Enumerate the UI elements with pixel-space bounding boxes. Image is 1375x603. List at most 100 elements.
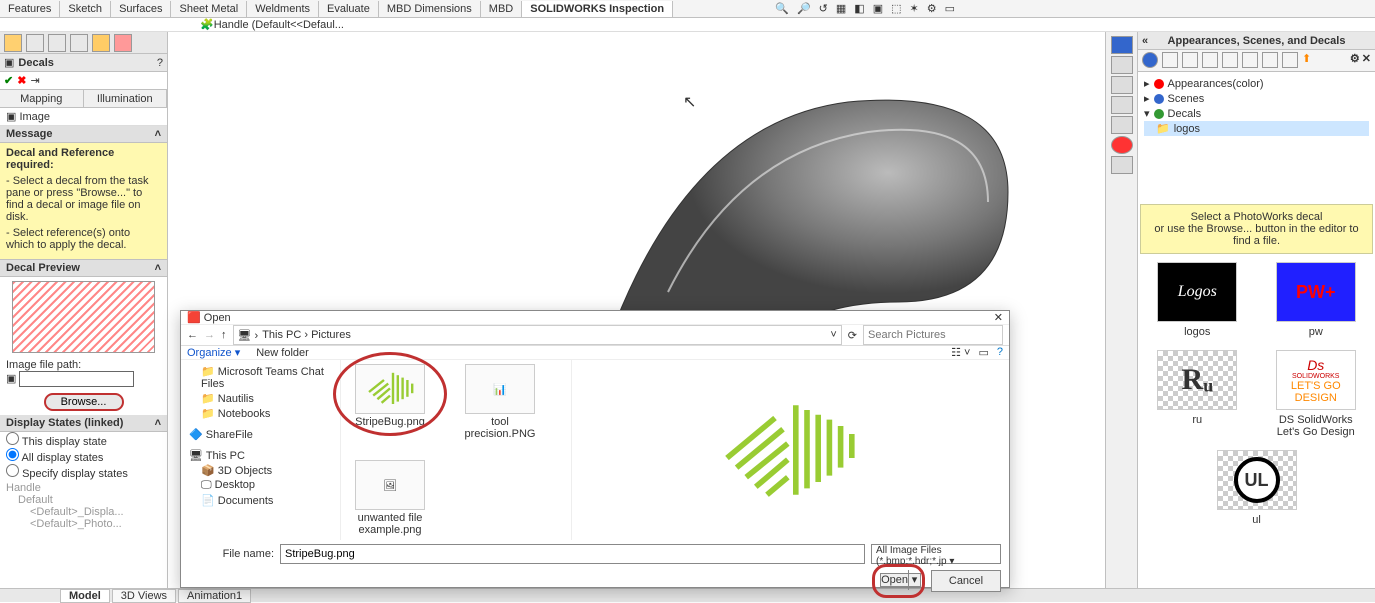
tab-model[interactable]: Model [60, 589, 110, 603]
tp-collapse-icon[interactable]: « [1142, 32, 1148, 50]
side-teams[interactable]: 📁 Microsoft Teams Chat Files [185, 364, 336, 391]
pm-tab-image[interactable]: ▣ Image [0, 108, 167, 126]
gear-icon[interactable]: ⚙ [1350, 50, 1360, 68]
cube-icon[interactable]: ⬚ [891, 2, 901, 15]
back-icon[interactable] [1142, 52, 1158, 68]
thumb-pw[interactable]: PW+ pw [1271, 262, 1361, 338]
tp-tab-custom[interactable] [1111, 116, 1133, 134]
refresh-icon[interactable]: ⟳ [848, 329, 857, 342]
filetype-filter[interactable]: All Image Files (*.bmp;*.hdr;*.jp ▾ [871, 544, 1001, 564]
tp-icon6[interactable] [1262, 52, 1278, 68]
collapse-icon[interactable]: ˄ [155, 262, 161, 274]
tree-appearances[interactable]: ▸Appearances(color) [1144, 76, 1369, 91]
collapse-icon[interactable]: ˄ [155, 128, 161, 140]
tab-evaluate[interactable]: Evaluate [319, 1, 379, 17]
ifp-input[interactable] [19, 371, 134, 387]
pm-tab-illum[interactable]: Illumination [84, 90, 168, 107]
ds-radio-this[interactable]: This display state [0, 432, 167, 448]
open-dropdown-icon[interactable]: ▾ [908, 570, 920, 590]
file-stripebug[interactable]: StripeBug.png [345, 364, 435, 440]
organize-button[interactable]: Organize ▾ [187, 346, 240, 359]
feature-mgr-icon[interactable] [4, 34, 22, 52]
search-input[interactable] [863, 325, 1003, 345]
pushpin-icon[interactable]: ⇥ [30, 74, 39, 87]
side-nautilis[interactable]: 📁 Nautilis [185, 391, 336, 406]
tab-inspection[interactable]: SOLIDWORKS Inspection [522, 1, 673, 17]
tab-mbd[interactable]: MBD [481, 1, 522, 17]
section-view-icon[interactable]: ▦ [836, 2, 846, 15]
side-sharefile[interactable]: 🔷 ShareFile [185, 427, 336, 442]
side-thispc[interactable]: 🖥 This PC [185, 448, 336, 463]
help-icon[interactable]: ? [157, 57, 163, 69]
view-mode-icon[interactable]: ☷ ˅ [951, 346, 970, 359]
tp-tab-appearances[interactable] [1111, 96, 1133, 114]
side-3dobjects[interactable]: 📦 3D Objects [185, 463, 336, 478]
dialog-help-icon[interactable]: ? [997, 346, 1003, 359]
cancel-button[interactable]: Cancel [931, 570, 1001, 592]
nav-up-icon[interactable]: ↑ [221, 329, 227, 341]
tab-sketch[interactable]: Sketch [60, 1, 111, 17]
file-toolprecision[interactable]: 📊 tool precision.PNG [455, 364, 545, 440]
nav-fwd-icon[interactable]: → [204, 329, 215, 341]
address-bar[interactable]: 🖥 › This PC › Pictures˅ [233, 325, 842, 345]
property-mgr-icon[interactable] [26, 34, 44, 52]
tp-icon1[interactable] [1162, 52, 1178, 68]
cancel-icon[interactable]: ✖ [17, 74, 26, 87]
up-icon[interactable]: ⬆ [1302, 52, 1318, 68]
tab-mbddim[interactable]: MBD Dimensions [379, 1, 481, 17]
message-section-header[interactable]: Message˄ [0, 126, 167, 143]
thumb-ru[interactable]: Rᵤ ru [1152, 350, 1242, 438]
tab-surfaces[interactable]: Surfaces [111, 1, 171, 17]
display-style-icon[interactable]: ◧ [854, 2, 864, 15]
file-unwanted[interactable]: 🖼 unwanted file example.png [345, 460, 435, 536]
dimxpert-mgr-icon[interactable] [70, 34, 88, 52]
ok-icon[interactable]: ✔ [4, 74, 13, 87]
display-mgr-icon[interactable] [92, 34, 110, 52]
apply-scene-icon[interactable]: ✶ [910, 2, 919, 15]
thumb-logos[interactable]: Logos logos [1152, 262, 1242, 338]
tab-features[interactable]: Features [0, 1, 60, 17]
ds-default[interactable]: Default [6, 494, 161, 506]
ds-disp[interactable]: <Default>_Displa... [6, 506, 161, 518]
tab-3dviews[interactable]: 3D Views [112, 589, 176, 603]
tp-tab-resources[interactable] [1111, 36, 1133, 54]
side-notebooks[interactable]: 📁 Notebooks [185, 406, 336, 421]
hide-show-icon[interactable]: ▣ [873, 2, 883, 15]
ds-handle[interactable]: Handle [6, 482, 161, 494]
cam-mgr-icon[interactable] [114, 34, 132, 52]
display-states-header[interactable]: Display States (linked)˄ [0, 415, 167, 432]
new-folder-button[interactable]: New folder [256, 347, 309, 359]
tab-sheetmetal[interactable]: Sheet Metal [171, 1, 247, 17]
preview-toggle-icon[interactable]: ▭ [978, 346, 988, 359]
close-icon[interactable]: ✕ [1362, 50, 1371, 68]
tp-tab-design[interactable] [1111, 56, 1133, 74]
filename-input[interactable] [280, 544, 865, 564]
preview-section-header[interactable]: Decal Preview˄ [0, 260, 167, 277]
ds-photo[interactable]: <Default>_Photo... [6, 518, 161, 530]
zoom-area-icon[interactable]: 🔎 [797, 2, 811, 15]
render-icon[interactable]: ▭ [945, 2, 955, 15]
dialog-close-icon[interactable]: ✕ [994, 311, 1003, 324]
tp-icon4[interactable] [1222, 52, 1238, 68]
prev-view-icon[interactable]: ↺ [819, 2, 828, 15]
ds-radio-all[interactable]: All display states [0, 448, 167, 464]
breadcrumb[interactable]: Handle (Default<<Defaul... [214, 19, 344, 31]
ds-radio-spec[interactable]: Specify display states [0, 464, 167, 480]
config-mgr-icon[interactable] [48, 34, 66, 52]
thumb-ds[interactable]: DsSOLIDWORKSLET'S GO DESIGN DS SolidWork… [1271, 350, 1361, 438]
tp-tab-forum[interactable] [1111, 156, 1133, 174]
tree-decals[interactable]: ▾Decals [1144, 106, 1369, 121]
side-documents[interactable]: 📄 Documents [185, 493, 336, 508]
collapse-icon[interactable]: ˄ [155, 417, 161, 429]
open-button[interactable]: Open▾ [880, 573, 921, 587]
browse-button[interactable]: Browse... [44, 393, 124, 411]
tp-icon2[interactable] [1182, 52, 1198, 68]
tab-weldments[interactable]: Weldments [247, 1, 319, 17]
side-desktop[interactable]: 🖵 Desktop [185, 478, 336, 493]
pm-tab-mapping[interactable]: Mapping [0, 90, 84, 107]
zoom-fit-icon[interactable]: 🔍 [775, 2, 789, 15]
tp-tab-view[interactable] [1111, 76, 1133, 94]
tree-scenes[interactable]: ▸Scenes [1144, 91, 1369, 106]
tp-icon3[interactable] [1202, 52, 1218, 68]
tree-logos[interactable]: 📁 logos [1144, 121, 1369, 136]
